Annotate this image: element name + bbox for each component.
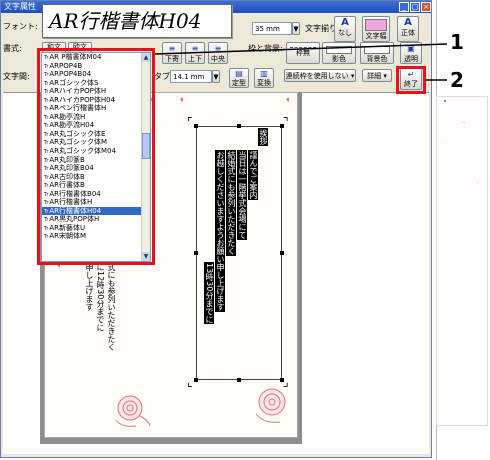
callout-lines xyxy=(154,43,448,81)
callout-number-2: 2 xyxy=(450,68,464,92)
callout-number-1: 1 xyxy=(450,30,464,54)
